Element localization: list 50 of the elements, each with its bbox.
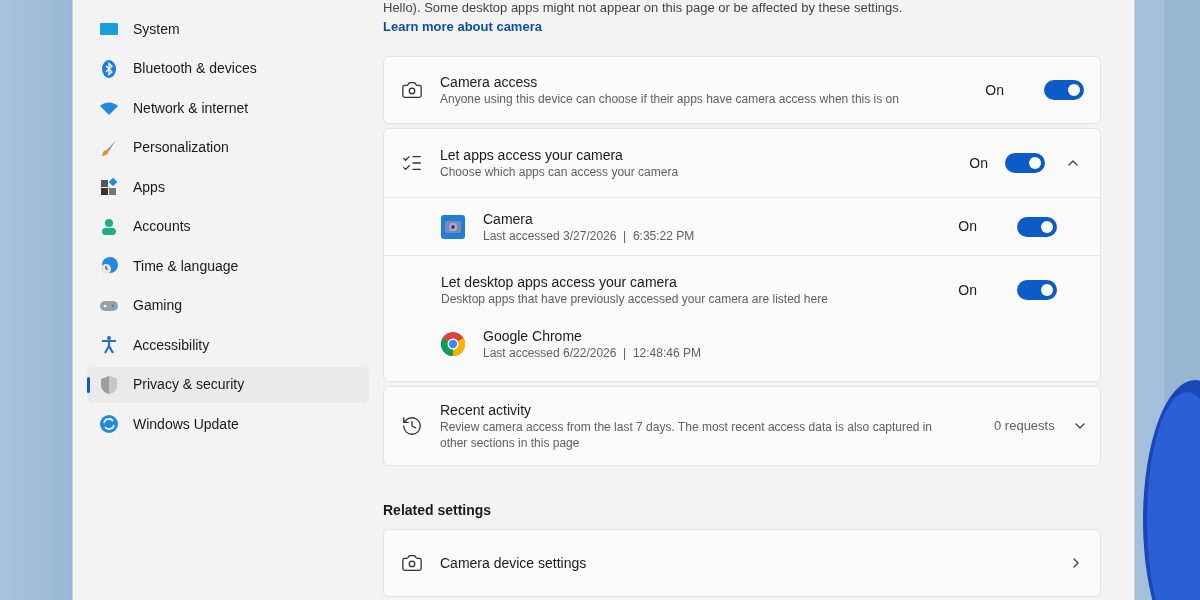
section-heading: Related settings bbox=[383, 501, 493, 520]
intro-text: Hello). Some desktop apps might not appear on this page or be affected by these settings. Learn more about camera bbox=[383, 0, 904, 36]
toggle-switch[interactable] bbox=[1044, 80, 1084, 100]
selection-indicator bbox=[87, 376, 90, 393]
setting-description: Review camera access from the last 7 days. The most recent access data is also captured in other sections in this page bbox=[440, 419, 933, 451]
setting-title: Camera bbox=[483, 209, 534, 228]
nav-item[interactable]: Privacy & security bbox=[87, 366, 369, 403]
apps-icon bbox=[99, 177, 119, 197]
nav-item[interactable]: Accounts bbox=[87, 208, 369, 245]
setting-description: Last accessed 3/27/2026 | 6:35:22 PM bbox=[483, 227, 696, 244]
state-label: On bbox=[969, 153, 988, 173]
setting-description: Last accessed 6/22/2026 | 12:48:46 PM bbox=[483, 345, 702, 361]
request-count: 0 requests bbox=[994, 417, 1055, 436]
state-label: On bbox=[985, 80, 1004, 100]
nav-item[interactable]: Bluetooth & devices bbox=[87, 50, 369, 87]
nav-item[interactable]: Time & language bbox=[87, 248, 369, 284]
setting-title: Camera access bbox=[440, 73, 539, 91]
nav-item[interactable]: Windows Update bbox=[87, 406, 369, 442]
person-icon bbox=[99, 216, 119, 237]
nav-item[interactable]: Network & internet bbox=[87, 90, 369, 126]
setting-title: Let apps access your camera bbox=[440, 146, 624, 164]
toggle-switch[interactable] bbox=[1017, 280, 1057, 300]
history-icon bbox=[401, 415, 423, 437]
nav-item[interactable]: System bbox=[87, 11, 369, 47]
camera-app-icon bbox=[441, 214, 465, 239]
nav-item[interactable]: Apps bbox=[87, 169, 369, 205]
setting-description: Choose which apps can access your camera bbox=[440, 164, 680, 180]
setting-title: Google Chrome bbox=[483, 327, 583, 345]
state-label: On bbox=[958, 280, 977, 300]
camera-icon bbox=[401, 79, 423, 101]
shield-icon bbox=[99, 374, 119, 395]
settings-link-card[interactable]: Camera device settings bbox=[383, 529, 1101, 597]
nav-item[interactable]: Personalization bbox=[87, 129, 369, 166]
bluetooth-icon bbox=[99, 58, 119, 79]
camera-icon bbox=[401, 552, 423, 574]
browser-app-icon bbox=[441, 332, 465, 356]
setting-title: Recent activity bbox=[440, 401, 533, 419]
state-label: On bbox=[958, 217, 977, 236]
accessibility-icon bbox=[99, 335, 119, 355]
setting-description: Anyone using this device can choose if their apps have camera access when this is on bbox=[440, 91, 900, 107]
toggle-switch[interactable] bbox=[1005, 153, 1045, 173]
toggle-switch[interactable] bbox=[1017, 216, 1057, 237]
nav-item[interactable]: Accessibility bbox=[87, 327, 369, 363]
setting-title: Let desktop apps access your camera bbox=[441, 273, 678, 291]
setting-title: Camera device settings bbox=[440, 553, 588, 573]
nav-item[interactable]: Gaming bbox=[87, 287, 369, 324]
update-icon bbox=[99, 414, 119, 434]
learn-more-link[interactable]: Learn more about camera bbox=[383, 19, 542, 34]
setting-description: Desktop apps that have previously accessed your camera are listed here bbox=[441, 291, 829, 307]
globe-icon bbox=[99, 256, 119, 276]
